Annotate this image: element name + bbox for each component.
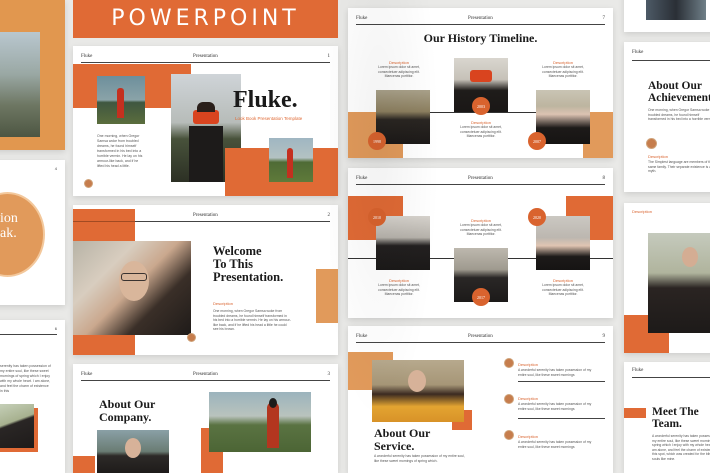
field-portrait-photo: [648, 233, 710, 333]
timeline-desc-5: Description Lorem ipsum dolor sit amet, …: [460, 218, 502, 237]
left-slide-top[interactable]: [0, 0, 65, 150]
timeline-desc-1: Description Lorem ipsum dolor sit amet, …: [378, 60, 420, 79]
welcome-desc-heading: Description: [213, 301, 234, 306]
achievement-desc-text: The Simplest language are members of the…: [648, 160, 710, 174]
cover-body: One morning, when Gregor Samsa woke from…: [97, 134, 143, 169]
orange-block: [624, 408, 646, 418]
slide-number: 6: [54, 326, 57, 331]
header-line: [81, 62, 330, 63]
header-line: [81, 380, 330, 381]
divider-line: [0, 334, 57, 335]
timeline-photo-6: [536, 216, 590, 270]
service-body: A wonderful serenity has taken possessio…: [374, 454, 465, 463]
field-photo: [269, 138, 313, 182]
company-title: About Our Company.: [99, 397, 156, 424]
year-badge-3: 2007: [528, 132, 546, 150]
hijab-portrait-photo: [97, 430, 169, 473]
welcome-desc-text: One morning, when Gregor Samsa woke from…: [213, 309, 291, 332]
service-item-3: Description A wonderful serenity has tak…: [500, 430, 605, 464]
left-slide-bottom[interactable]: 6 serenity has taken possession of my en…: [0, 320, 65, 473]
slide-brand: Fluke: [632, 368, 644, 373]
accent-dot: [646, 138, 657, 149]
achievement-slide[interactable]: Fluke About Our Achievement One morning,…: [624, 42, 710, 192]
achievement-desc-heading: Description: [648, 154, 669, 159]
service-item-1: Description A wonderful serenity has tak…: [500, 358, 605, 392]
timeline-title: Our History Timeline.: [423, 31, 538, 45]
item-dot: [504, 430, 514, 440]
company-slide[interactable]: Fluke Presentation 3 About Our Company.: [73, 364, 338, 473]
item-divider: [518, 418, 605, 419]
service-title: About Our Service.: [374, 426, 431, 453]
right-slide-photo[interactable]: Description: [624, 203, 710, 353]
achievement-title: About Our Achievement: [648, 80, 710, 105]
tan-block: [316, 269, 338, 323]
right-slide-top[interactable]: [624, 0, 710, 32]
mountain-photo: [0, 32, 40, 137]
top-photo: [646, 0, 706, 20]
field-hijab-photo: [209, 392, 311, 452]
timeline-desc-2: Description Lorem ipsum dolor sit amet, …: [460, 120, 502, 139]
timeline-slide-1[interactable]: Fluke Presentation 7 Our History Timelin…: [348, 8, 613, 158]
cover-subtitle: Look Book Presentation Template: [235, 116, 303, 121]
header-line: [632, 60, 710, 61]
header-line: [356, 184, 605, 185]
year-badge-5: 2017: [472, 288, 490, 306]
timeline-desc-6: Description Lorem ipsum dolor sit amet, …: [542, 278, 584, 297]
service-slide[interactable]: Fluke Presentation 9 About Our Service. …: [348, 326, 613, 473]
cover-title: Fluke.: [233, 87, 298, 113]
accent-dot: [187, 333, 196, 342]
orange-block: [73, 333, 135, 355]
header-line: [632, 377, 710, 378]
red-dress-photo: [97, 76, 145, 124]
slide-number: 4: [54, 166, 57, 171]
team-slide[interactable]: Fluke Meet The Team. A wonderful serenit…: [624, 362, 710, 473]
header-line: [356, 24, 605, 25]
powerpoint-banner: POWERPOINT: [73, 0, 338, 38]
photo-desc-heading: Description: [632, 209, 653, 214]
team-title: Meet The Team.: [652, 406, 699, 431]
header-line: [356, 342, 605, 343]
timeline-desc-3: Description Lorem ipsum dolor sit amet, …: [542, 60, 584, 79]
service-item-2: Description A wonderful serenity has tak…: [500, 392, 605, 426]
year-badge-4: 2010: [368, 208, 386, 226]
welcome-title: Welcome To This Presentation.: [213, 244, 284, 285]
item-divider: [518, 381, 605, 382]
welcome-slide[interactable]: Fluke Presentation 2 Welcome To This Pre…: [73, 205, 338, 355]
orange-block: [73, 209, 135, 241]
left-slide-circle[interactable]: 4 ion ak.: [0, 160, 65, 305]
timeline-photo-4: [376, 216, 430, 270]
banner-title: POWERPOINT: [111, 6, 300, 31]
year-badge-1: 1998: [368, 132, 386, 150]
service-photo: [372, 360, 464, 422]
cover-slide[interactable]: Fluke Presentation 1 One morning, when G…: [73, 46, 338, 196]
timeline-slide-2[interactable]: Fluke Presentation 8 2010 2017 2020 Desc…: [348, 168, 613, 318]
slide-brand: Fluke: [632, 50, 644, 55]
year-badge-6: 2020: [528, 208, 546, 226]
portrait-photo: [0, 404, 34, 448]
item-dot: [504, 394, 514, 404]
orange-block: [73, 456, 95, 473]
year-badge-2: 2003: [472, 97, 490, 115]
glasses-portrait-photo: [73, 241, 191, 335]
circle-title: ion ak.: [0, 211, 18, 241]
accent-dot: [84, 179, 93, 188]
achievement-body: One morning, when Gregor Samsa woke from…: [648, 108, 710, 122]
team-body: A wonderful serenity has taken possessio…: [652, 434, 710, 461]
item-dot: [504, 358, 514, 368]
body-text: serenity has taken possession of my enti…: [0, 364, 51, 394]
timeline-desc-4: Description Lorem ipsum dolor sit amet, …: [378, 278, 420, 297]
